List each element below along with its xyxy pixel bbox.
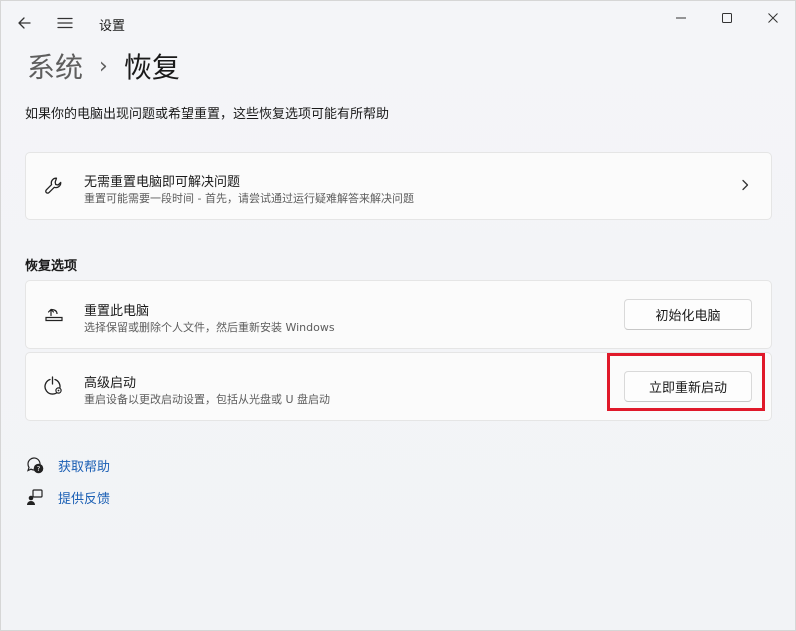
advanced-startup-subtitle: 重启设备以更改启动设置，包括从光盘或 U 盘启动 — [84, 393, 331, 406]
advanced-startup-card: 高级启动 重启设备以更改启动设置，包括从光盘或 U 盘启动 立即重新启动 — [25, 352, 772, 421]
minimize-icon — [676, 17, 686, 19]
recovery-options-heading: 恢复选项 — [25, 259, 78, 274]
advanced-startup-title: 高级启动 — [84, 376, 137, 391]
breadcrumb-parent-system[interactable]: 系统 — [27, 46, 83, 86]
close-button[interactable] — [750, 4, 796, 32]
minimize-button[interactable] — [658, 4, 704, 32]
wrench-icon — [45, 177, 62, 194]
title-bar: 设置 — [0, 0, 796, 44]
restart-now-button[interactable]: 立即重新启动 — [624, 371, 752, 402]
troubleshoot-card[interactable]: 无需重置电脑即可解决问题 重置可能需要一段时间 - 首先，请尝试通过运行疑难解答… — [25, 152, 772, 220]
get-help-label: 获取帮助 — [58, 459, 111, 475]
reset-pc-subtitle: 选择保留或删除个人文件，然后重新安装 Windows — [84, 321, 335, 334]
advanced-startup-icon — [44, 376, 62, 395]
reset-pc-title: 重置此电脑 — [84, 304, 150, 319]
navigation-menu-button[interactable] — [54, 12, 76, 34]
breadcrumb: 系统 › 恢复 — [27, 46, 180, 86]
window-title: 设置 — [99, 19, 126, 34]
back-arrow-icon — [18, 17, 31, 29]
page-title: 恢复 — [123, 51, 180, 84]
maximize-button[interactable] — [704, 4, 750, 32]
breadcrumb-separator: › — [99, 53, 108, 79]
help-icon: ? — [27, 457, 44, 474]
reset-pc-button[interactable]: 初始化电脑 — [624, 299, 752, 330]
reset-pc-icon — [45, 308, 63, 322]
chevron-right-icon — [742, 179, 749, 191]
get-help-link[interactable]: ? 获取帮助 — [25, 455, 110, 475]
troubleshoot-title: 无需重置电脑即可解决问题 — [84, 175, 241, 190]
troubleshoot-subtitle: 重置可能需要一段时间 - 首先，请尝试通过运行疑难解答来解决问题 — [84, 192, 414, 205]
reset-pc-card: 重置此电脑 选择保留或删除个人文件，然后重新安装 Windows 初始化电脑 — [25, 280, 772, 349]
give-feedback-link[interactable]: 提供反馈 — [25, 487, 110, 507]
feedback-icon — [27, 489, 43, 505]
page-description: 如果你的电脑出现问题或希望重置，这些恢复选项可能有所帮助 — [25, 107, 390, 122]
close-icon — [768, 13, 778, 23]
hamburger-icon — [57, 17, 73, 29]
back-button[interactable] — [14, 12, 36, 34]
give-feedback-label: 提供反馈 — [58, 491, 111, 507]
svg-text:?: ? — [37, 465, 41, 473]
maximize-icon — [722, 13, 732, 23]
